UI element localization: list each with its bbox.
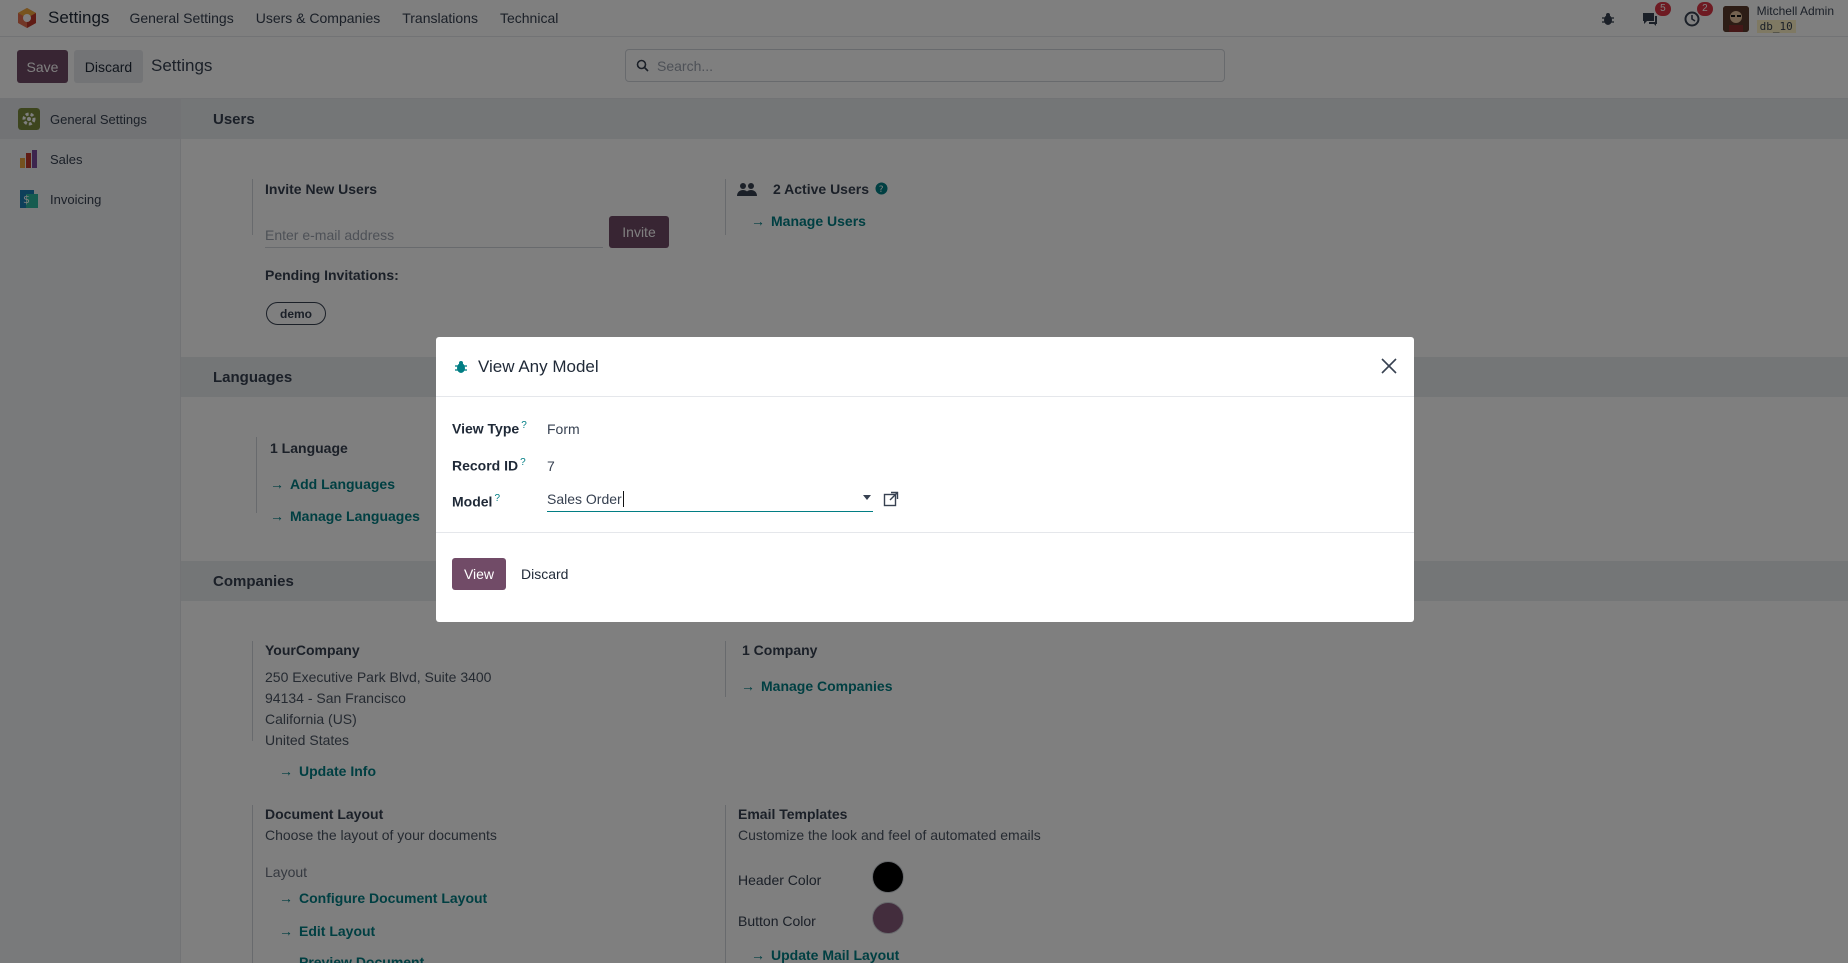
close-icon[interactable] (1380, 357, 1398, 375)
modal-discard-button[interactable]: Discard (521, 566, 568, 582)
debug-bug-icon (455, 360, 467, 373)
view-button[interactable]: View (452, 558, 506, 590)
external-link-icon[interactable] (883, 491, 899, 507)
text-cursor (622, 491, 624, 507)
record-id-label: Record ID? (452, 457, 526, 474)
modal-title: View Any Model (478, 356, 599, 376)
help-tooltip-icon[interactable]: ? (520, 457, 526, 468)
record-id-value[interactable]: 7 (547, 458, 555, 474)
record-id-label-text: Record ID (452, 457, 519, 474)
view-type-label: View Type? (452, 420, 527, 437)
modal-body: View Type? Form Record ID? 7 Model? Sale… (436, 397, 1414, 533)
modal-footer: View Discard (436, 533, 1414, 621)
chevron-down-icon[interactable] (863, 495, 871, 500)
model-label: Model? (452, 493, 500, 510)
modal-header: View Any Model (436, 337, 1414, 397)
view-type-label-text: View Type (452, 420, 520, 437)
model-field-value: Sales Order (547, 491, 622, 507)
help-tooltip-icon[interactable]: ? (521, 420, 527, 431)
view-any-model-dialog: View Any Model View Type? Form Record ID… (436, 337, 1414, 622)
view-type-value[interactable]: Form (547, 421, 580, 437)
model-label-text: Model (452, 493, 493, 510)
help-tooltip-icon[interactable]: ? (494, 493, 500, 504)
model-field[interactable]: Sales Order (547, 489, 873, 512)
